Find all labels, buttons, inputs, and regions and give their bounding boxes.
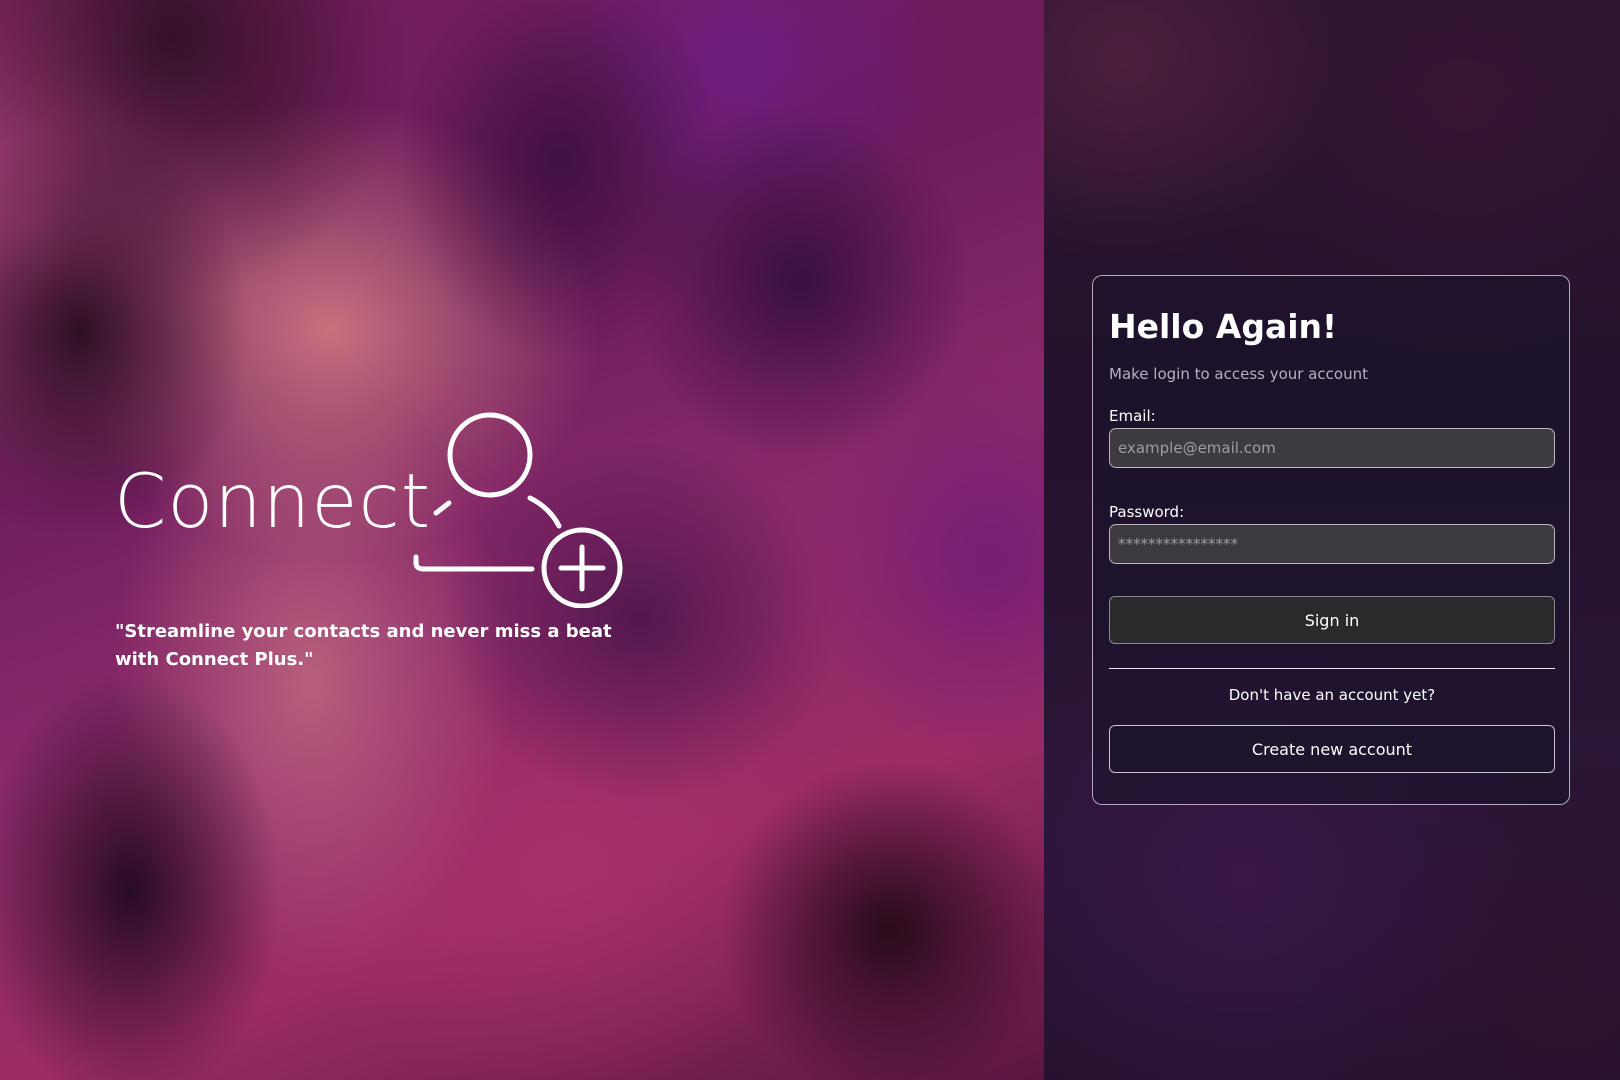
login-card: Hello Again! Make login to access your a… [1092, 275, 1570, 805]
sign-in-button[interactable]: Sign in [1109, 596, 1555, 644]
login-title: Hello Again! [1109, 307, 1338, 346]
email-input[interactable] [1109, 428, 1555, 468]
create-account-button[interactable]: Create new account [1109, 725, 1555, 773]
connect-logo: Connect [114, 408, 634, 608]
add-user-icon [413, 412, 623, 608]
password-label: Password: [1109, 503, 1185, 521]
login-side-panel: Hello Again! Make login to access your a… [1044, 0, 1620, 1080]
hero-tagline: "Streamline your contacts and never miss… [115, 621, 612, 670]
hero-panel: Connect "Streamline your contacts and ne… [0, 0, 1044, 1080]
divider [1109, 668, 1555, 669]
password-input[interactable] [1109, 524, 1555, 564]
email-label: Email: [1109, 407, 1156, 425]
login-subtitle: Make login to access your account [1109, 365, 1368, 383]
no-account-text: Don't have an account yet? [1228, 686, 1436, 704]
